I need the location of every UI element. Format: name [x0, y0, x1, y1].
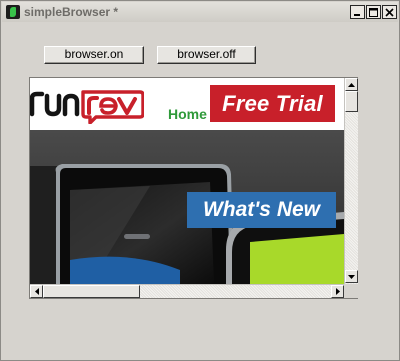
scrollbar-corner: [344, 284, 358, 298]
vertical-scroll-thumb[interactable]: [345, 91, 358, 112]
arrow-up-icon: [348, 82, 355, 87]
minimize-button[interactable]: [350, 5, 365, 19]
browser-on-button[interactable]: browser.on: [44, 46, 144, 64]
maximize-button[interactable]: [366, 5, 381, 19]
runrev-logo[interactable]: [30, 84, 144, 124]
horizontal-scrollbar[interactable]: [30, 284, 344, 298]
scroll-left-button[interactable]: [30, 285, 43, 298]
web-viewport[interactable]: Home Free Trial What's New: [30, 78, 344, 284]
hero-image: What's New: [30, 130, 344, 284]
arrow-left-icon: [34, 288, 39, 295]
site-header: Home Free Trial: [30, 78, 344, 130]
vertical-scrollbar[interactable]: [344, 78, 358, 284]
browser-off-button[interactable]: browser.off: [157, 46, 256, 64]
window-title: simpleBrowser *: [24, 5, 119, 19]
nav-home-link[interactable]: Home: [168, 106, 207, 122]
browser-widget: Home Free Trial What's New: [29, 77, 358, 299]
app-icon: [6, 5, 20, 19]
scroll-down-button[interactable]: [345, 270, 358, 283]
horizontal-scroll-thumb[interactable]: [43, 285, 140, 298]
minimize-icon: [354, 14, 360, 16]
maximize-icon: [369, 7, 378, 17]
arrow-right-icon: [335, 288, 340, 295]
close-icon: [385, 7, 394, 17]
arrow-down-icon: [348, 274, 355, 279]
title-bar[interactable]: simpleBrowser *: [2, 2, 398, 22]
free-trial-banner[interactable]: Free Trial: [210, 85, 335, 122]
close-button[interactable]: [382, 5, 397, 19]
scroll-up-button[interactable]: [345, 78, 358, 91]
simple-browser-window: simpleBrowser * browser.on browser.off H…: [0, 0, 400, 361]
scroll-right-button[interactable]: [331, 285, 344, 298]
whats-new-banner[interactable]: What's New: [187, 192, 336, 228]
